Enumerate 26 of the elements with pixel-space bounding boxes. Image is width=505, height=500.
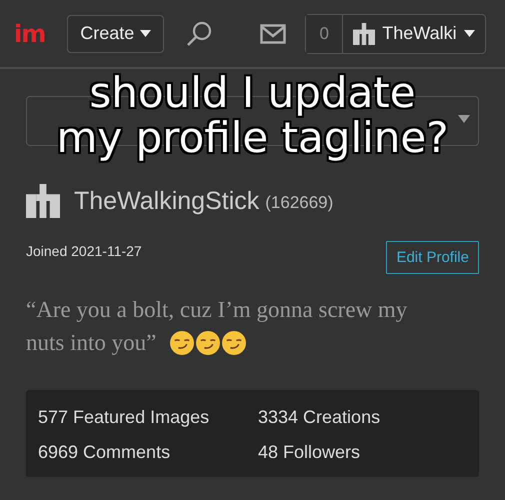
meme-caption: my profile tagline? bbox=[56, 115, 449, 160]
avatar-icon bbox=[353, 22, 376, 44]
search-icon[interactable] bbox=[186, 20, 212, 46]
joined-date: Joined 2021-11-27 bbox=[26, 243, 142, 259]
smirking-face-icon bbox=[170, 330, 194, 354]
profile-tagline: nuts into you” bbox=[26, 329, 156, 357]
smirking-face-icon bbox=[196, 330, 220, 354]
stat-label: 6969 Comments bbox=[38, 442, 172, 463]
notification-count[interactable]: 0 bbox=[306, 14, 344, 52]
mail-icon[interactable] bbox=[260, 24, 286, 44]
avatar-icon bbox=[26, 184, 60, 218]
site-logo[interactable]: im bbox=[14, 20, 46, 48]
caret-icon bbox=[458, 115, 470, 123]
profile-tagline: “Are you a bolt, cuz I’m gonna screw my bbox=[26, 296, 408, 324]
meme-caption: should I update bbox=[89, 70, 416, 115]
user-points: (162669) bbox=[265, 193, 334, 213]
stat-label: 577 Featured Images bbox=[38, 407, 210, 428]
username: TheWalkingStick bbox=[74, 186, 260, 216]
caret-icon bbox=[464, 30, 475, 37]
user-menu-button[interactable]: TheWalki bbox=[343, 14, 485, 52]
create-button[interactable]: Create bbox=[67, 14, 164, 52]
stat-label: 3334 Creations bbox=[258, 407, 382, 428]
smirking-face-icon bbox=[222, 330, 246, 354]
edit-profile-button[interactable]: Edit Profile bbox=[386, 241, 479, 274]
stat-label: 48 Followers bbox=[258, 442, 362, 463]
caret-icon bbox=[140, 30, 152, 37]
